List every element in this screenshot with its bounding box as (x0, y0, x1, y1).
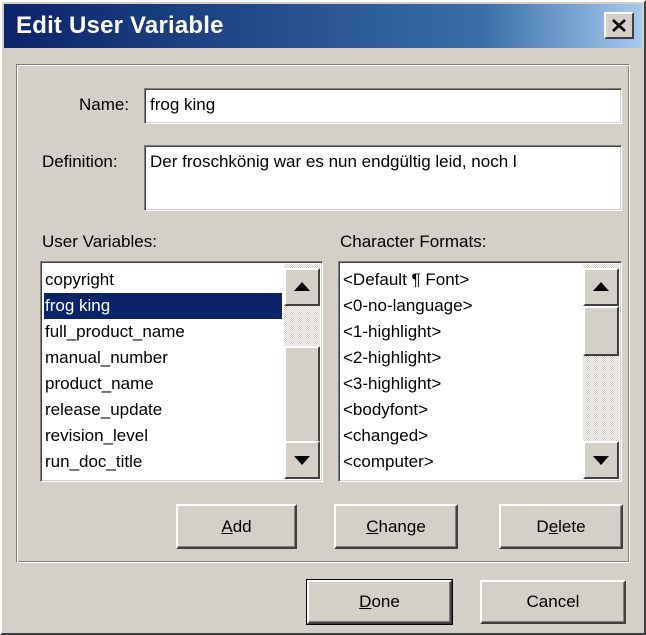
character-format-item[interactable]: <1-highlight> (342, 319, 581, 345)
title-bar[interactable]: Edit User Variable (4, 4, 642, 48)
done-button[interactable]: Done (306, 579, 453, 625)
close-button[interactable] (604, 12, 634, 39)
user-variables-scroll-up-button[interactable] (284, 268, 320, 306)
cancel-button-label: Cancel (526, 592, 580, 611)
character-formats-scrollbar[interactable] (583, 264, 619, 479)
user-variables-label: User Variables: (42, 232, 157, 251)
add-button-label: Add (221, 516, 252, 536)
done-button-label: Done (359, 592, 400, 611)
edit-user-variable-dialog: Edit User Variable Name: frog king Defin… (0, 0, 646, 635)
user-variables-scroll-down-button[interactable] (284, 441, 320, 479)
user-variable-item[interactable]: full_product_name (44, 319, 282, 345)
change-button-label: Change (366, 516, 426, 536)
character-formats-label: Character Formats: (340, 232, 487, 251)
character-format-item[interactable]: <computer> (342, 449, 581, 475)
user-variable-item[interactable]: revision_level (44, 423, 282, 449)
arrow-down-icon (593, 456, 609, 465)
window-title: Edit User Variable (16, 12, 224, 39)
cancel-button[interactable]: Cancel (480, 580, 626, 624)
change-button[interactable]: Change (334, 504, 458, 549)
close-icon (612, 19, 626, 32)
character-formats-list[interactable]: <Default ¶ Font> <0-no-language> <1-highli… (338, 261, 622, 482)
character-formats-scroll-up-button[interactable] (583, 268, 619, 306)
character-format-item[interactable]: <Default ¶ Font> (342, 267, 581, 293)
user-variable-item[interactable]: copyright (44, 267, 282, 293)
user-variables-list[interactable]: copyright frog king full_product_name manua… (40, 261, 323, 482)
character-formats-scroll-thumb[interactable] (583, 306, 619, 356)
character-format-item[interactable]: <changed> (342, 423, 581, 449)
name-field-value: frog king (150, 95, 216, 114)
add-button[interactable]: Add (176, 504, 297, 549)
character-formats-items: <Default ¶ Font> <0-no-language> <1-highli… (342, 267, 581, 475)
character-format-item[interactable]: <2-highlight> (342, 345, 581, 371)
character-format-item[interactable]: <0-no-language> (342, 293, 581, 319)
arrow-up-icon (593, 282, 609, 291)
delete-button[interactable]: Delete (499, 504, 623, 549)
character-format-item[interactable]: <bodyfont> (342, 397, 581, 423)
arrow-up-icon (294, 282, 310, 291)
definition-field[interactable]: Der froschkönig war es nun endgültig lei… (144, 145, 622, 211)
definition-field-value: Der froschkönig war es nun endgültig lei… (150, 152, 517, 171)
user-variables-scrollbar[interactable] (284, 264, 320, 479)
delete-button-label: Delete (536, 516, 586, 536)
definition-label: Definition: (42, 152, 118, 171)
character-formats-scroll-down-button[interactable] (583, 441, 619, 479)
name-field[interactable]: frog king (144, 88, 622, 124)
user-variable-item[interactable]: manual_number (44, 345, 282, 371)
user-variables-items: copyright frog king full_product_name manua… (44, 267, 282, 475)
character-format-item[interactable]: <3-highlight> (342, 371, 581, 397)
name-label: Name: (79, 95, 130, 114)
user-variable-item[interactable]: product_name (44, 371, 282, 397)
user-variable-item[interactable]: release_update (44, 397, 282, 423)
arrow-down-icon (294, 456, 310, 465)
user-variable-item[interactable]: frog king (44, 293, 282, 319)
user-variable-item[interactable]: run_doc_title (44, 449, 282, 475)
